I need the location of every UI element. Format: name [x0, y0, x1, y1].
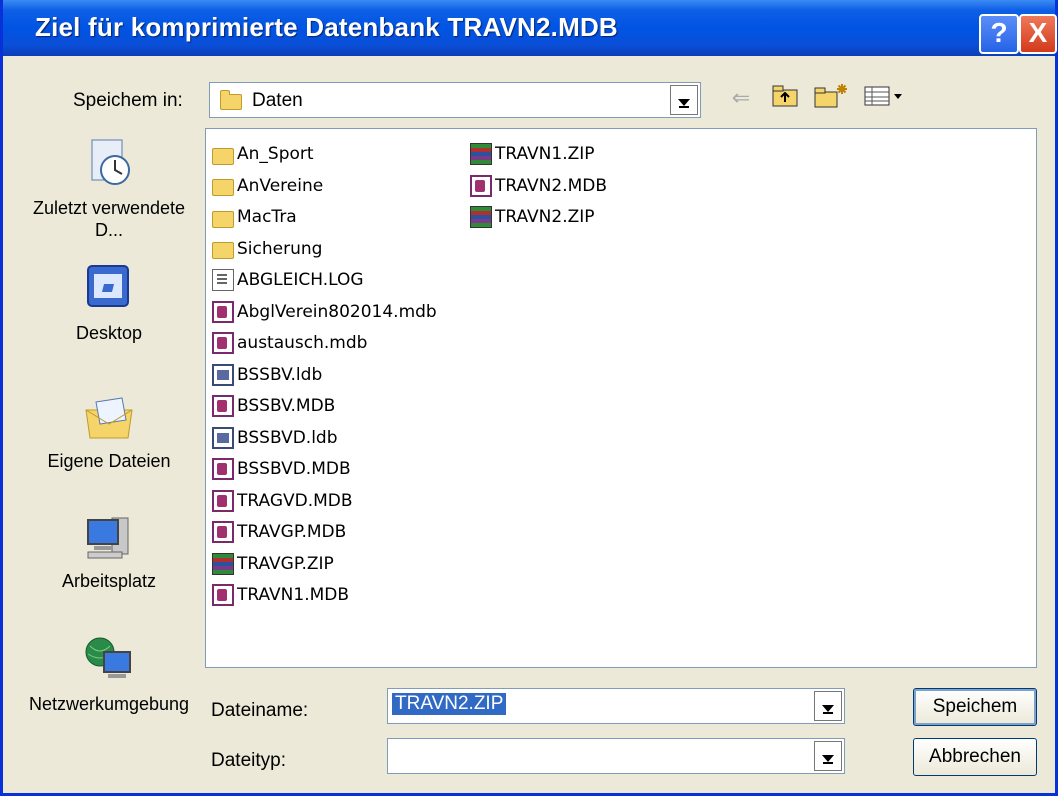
file-name: TRAVGP.ZIP — [237, 553, 334, 574]
file-list-item[interactable]: An_Sport — [212, 139, 314, 169]
file-name: TRAVN2.ZIP — [495, 207, 595, 227]
help-button[interactable]: ? — [979, 14, 1019, 54]
filename-label: Dateiname: — [211, 700, 309, 721]
chevron-down-icon[interactable] — [670, 85, 698, 115]
file-name: TRAVN1.MDB — [237, 585, 350, 605]
place-my-documents[interactable]: Eigene Dateien — [25, 390, 193, 472]
folder-icon — [212, 147, 234, 165]
save-in-label: Speichem in: — [73, 90, 183, 111]
file-list-item[interactable]: austausch.mdb — [212, 328, 367, 358]
my-computer-icon — [87, 517, 129, 559]
dialog-title: Ziel für komprimierte Datenbank TRAVN2.M… — [35, 12, 618, 42]
folder-icon — [212, 242, 234, 259]
back-icon[interactable]: ⇐ — [725, 82, 757, 114]
file-list-item[interactable]: AbglVerein802014.mdb — [212, 297, 437, 327]
file-list-item[interactable]: TRAVN2.ZIP — [470, 202, 595, 232]
mdb-file-icon — [212, 395, 234, 417]
folder-icon — [220, 90, 242, 110]
place-desktop-label: Desktop — [75, 323, 143, 343]
desktop-icon — [87, 265, 129, 307]
view-menu-icon[interactable] — [861, 82, 905, 114]
mdb-file-icon — [470, 174, 492, 197]
file-name: TRAGVD.MDB — [237, 490, 353, 511]
log-file-icon — [212, 269, 234, 291]
place-desktop[interactable]: Desktop — [25, 262, 193, 344]
file-list-item[interactable]: AnVereine — [212, 171, 323, 201]
file-name: MacTra — [237, 207, 297, 227]
file-list-item[interactable]: ABGLEICH.LOG — [212, 265, 364, 295]
place-network-label: Netzwerkumgebung — [28, 694, 190, 714]
file-list-item[interactable]: TRAVN1.MDB — [212, 580, 349, 610]
file-name: ABGLEICH.LOG — [237, 270, 364, 290]
place-my-computer[interactable]: Arbeitsplatz — [25, 510, 193, 592]
file-list-item[interactable]: Sicherung — [212, 234, 322, 264]
mdb-file-icon — [212, 458, 234, 480]
chevron-down-icon[interactable] — [814, 691, 842, 721]
chevron-down-icon[interactable] — [814, 741, 842, 771]
folder-icon — [212, 210, 234, 228]
save-dialog: Ziel für komprimierte Datenbank TRAVN2.M… — [0, 0, 1058, 796]
file-list-item[interactable]: TRAVGP.MDB — [212, 517, 346, 547]
mdb-file-icon — [212, 584, 234, 606]
save-in-value: Daten — [252, 90, 303, 111]
ldb-file-icon — [212, 363, 234, 386]
file-list-item[interactable]: TRAVN1.ZIP — [470, 139, 595, 169]
file-list-item[interactable]: BSSBV.MDB — [212, 391, 335, 421]
mdb-file-icon — [212, 521, 234, 543]
file-list-item[interactable]: BSSBV.ldb — [212, 360, 322, 390]
up-folder-icon[interactable] — [769, 82, 803, 114]
close-button[interactable]: X — [1019, 14, 1057, 54]
mdb-file-icon — [212, 489, 234, 512]
place-my-documents-label: Eigene Dateien — [47, 451, 171, 471]
filetype-select[interactable] — [387, 738, 845, 774]
file-list[interactable]: An_Sport AnVereine MacTra Sicherung ABGLEICH… — [205, 128, 1037, 668]
filetype-label: Dateityp: — [211, 750, 286, 771]
file-name: Sicherung — [237, 238, 323, 259]
network-places-icon — [85, 637, 131, 678]
file-name: TRAVN1.ZIP — [495, 144, 595, 164]
ldb-file-icon — [212, 426, 234, 449]
mdb-file-icon — [212, 300, 234, 323]
file-name: TRAVN2.MDB — [495, 175, 608, 196]
mdb-file-icon — [212, 332, 234, 354]
cancel-button[interactable]: Abbrechen — [913, 738, 1037, 776]
save-button[interactable]: Speichem — [913, 688, 1037, 726]
file-list-item[interactable]: TRAVGP.ZIP — [212, 549, 334, 579]
zip-file-icon — [470, 206, 492, 228]
file-name: BSSBVD.ldb — [237, 427, 338, 448]
file-name: An_Sport — [237, 144, 314, 164]
file-name: TRAVGP.MDB — [237, 522, 347, 542]
zip-file-icon — [470, 143, 492, 165]
place-recent[interactable]: Zuletzt verwendete D... — [25, 136, 193, 241]
place-recent-label: Zuletzt verwendete D... — [32, 198, 186, 240]
save-in-dropdown[interactable]: Daten — [209, 82, 701, 118]
file-list-item[interactable]: TRAVN2.MDB — [470, 171, 607, 201]
new-folder-icon[interactable] — [811, 82, 851, 114]
zip-file-icon — [212, 552, 234, 575]
file-list-item[interactable]: MacTra — [212, 202, 297, 232]
file-list-item[interactable]: TRAGVD.MDB — [212, 486, 353, 516]
file-name: BSSBV.MDB — [237, 396, 336, 416]
my-documents-icon — [85, 397, 133, 439]
filename-input[interactable]: TRAVN2.ZIP — [387, 688, 845, 724]
file-name: BSSBVD.MDB — [237, 459, 351, 479]
title-bar[interactable]: Ziel für komprimierte Datenbank TRAVN2.M… — [3, 0, 1057, 56]
file-name: AnVereine — [237, 175, 324, 196]
recent-docs-icon — [91, 139, 130, 185]
file-name: BSSBV.ldb — [237, 364, 323, 385]
file-name: austausch.mdb — [237, 333, 368, 353]
file-name: AbglVerein802014.mdb — [237, 301, 437, 322]
filename-value: TRAVN2.ZIP — [392, 693, 507, 715]
file-list-item[interactable]: BSSBVD.ldb — [212, 423, 338, 453]
place-network[interactable]: Netzwerkumgebung — [25, 632, 193, 715]
place-my-computer-label: Arbeitsplatz — [61, 571, 157, 591]
folder-icon — [212, 179, 234, 196]
file-list-item[interactable]: BSSBVD.MDB — [212, 454, 351, 484]
